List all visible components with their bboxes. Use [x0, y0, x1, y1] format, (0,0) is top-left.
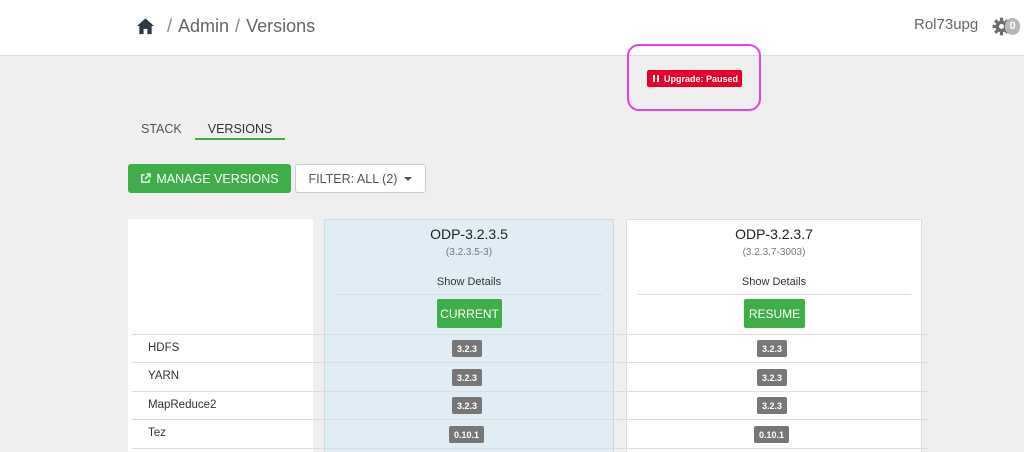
show-details-link[interactable]: Show Details [325, 276, 613, 288]
version-card-target: ODP-3.2.3.7 (3.2.3.7-3003) Show Details … [626, 219, 922, 452]
version-badge: 3.2.3 [452, 397, 483, 414]
chevron-down-icon [404, 176, 413, 181]
version-badge: 3.2.3 [452, 369, 483, 386]
external-link-icon [141, 173, 152, 183]
row-divider [132, 334, 928, 335]
row-divider [132, 362, 928, 363]
resume-button[interactable]: RESUME [744, 299, 805, 328]
manage-versions-button[interactable]: MANAGE VERSIONS [128, 164, 291, 193]
alert-count-badge: 0 [1005, 18, 1020, 35]
version-badge: 0.10.1 [754, 426, 790, 443]
service-label-column [128, 219, 313, 452]
filter-label: FILTER: ALL (2) [308, 171, 398, 186]
version-card-current: ODP-3.2.3.5 (3.2.3.5-3) Show Details CUR… [324, 219, 614, 452]
version-badge: 3.2.3 [757, 340, 788, 357]
version-name: ODP-3.2.3.5 [430, 226, 508, 242]
row-divider [132, 448, 928, 449]
version-build: (3.2.3.7-3003) [742, 247, 806, 258]
breadcrumb-current: Versions [246, 15, 316, 36]
tab-stack[interactable]: STACK [128, 118, 195, 140]
version-badge: 3.2.3 [452, 340, 483, 357]
home-icon[interactable] [136, 17, 155, 36]
divider [335, 294, 603, 295]
user-menu[interactable]: Rol73upg [914, 16, 978, 33]
row-divider [132, 419, 928, 420]
row-divider [132, 391, 928, 392]
tab-versions[interactable]: VERSIONS [194, 118, 286, 140]
upgrade-status-badge[interactable]: Upgrade: Paused [647, 70, 742, 87]
breadcrumb-admin[interactable]: Admin [178, 16, 229, 37]
version-name: ODP-3.2.3.7 [735, 226, 813, 242]
top-bar: / Admin / Versions Rol73upg 0 [0, 0, 1024, 56]
settings-menu[interactable]: 0 [992, 16, 1022, 38]
upgrade-status-label: Upgrade: Paused [664, 73, 739, 84]
manage-versions-label: MANAGE VERSIONS [156, 171, 279, 186]
filter-dropdown[interactable]: FILTER: ALL (2) [295, 164, 426, 193]
pause-icon [653, 75, 659, 82]
version-badge: 3.2.3 [757, 397, 788, 414]
service-name-mapreduce2: MapReduce2 [148, 399, 217, 411]
breadcrumb: / Admin / Versions [136, 13, 315, 39]
breadcrumb-separator: / [167, 15, 173, 36]
current-button[interactable]: CURRENT [437, 299, 502, 328]
service-name-yarn: YARN [148, 370, 180, 382]
divider [637, 294, 911, 295]
show-details-link[interactable]: Show Details [627, 276, 921, 288]
version-build: (3.2.3.5-3) [445, 247, 493, 258]
service-name-hdfs: HDFS [148, 342, 180, 354]
version-badge: 3.2.3 [757, 369, 788, 386]
service-name-tez: Tez [148, 427, 166, 439]
tab-bar: STACK VERSIONS [128, 118, 286, 140]
breadcrumb-separator: / [235, 15, 241, 36]
version-badge: 0.10.1 [449, 426, 485, 443]
